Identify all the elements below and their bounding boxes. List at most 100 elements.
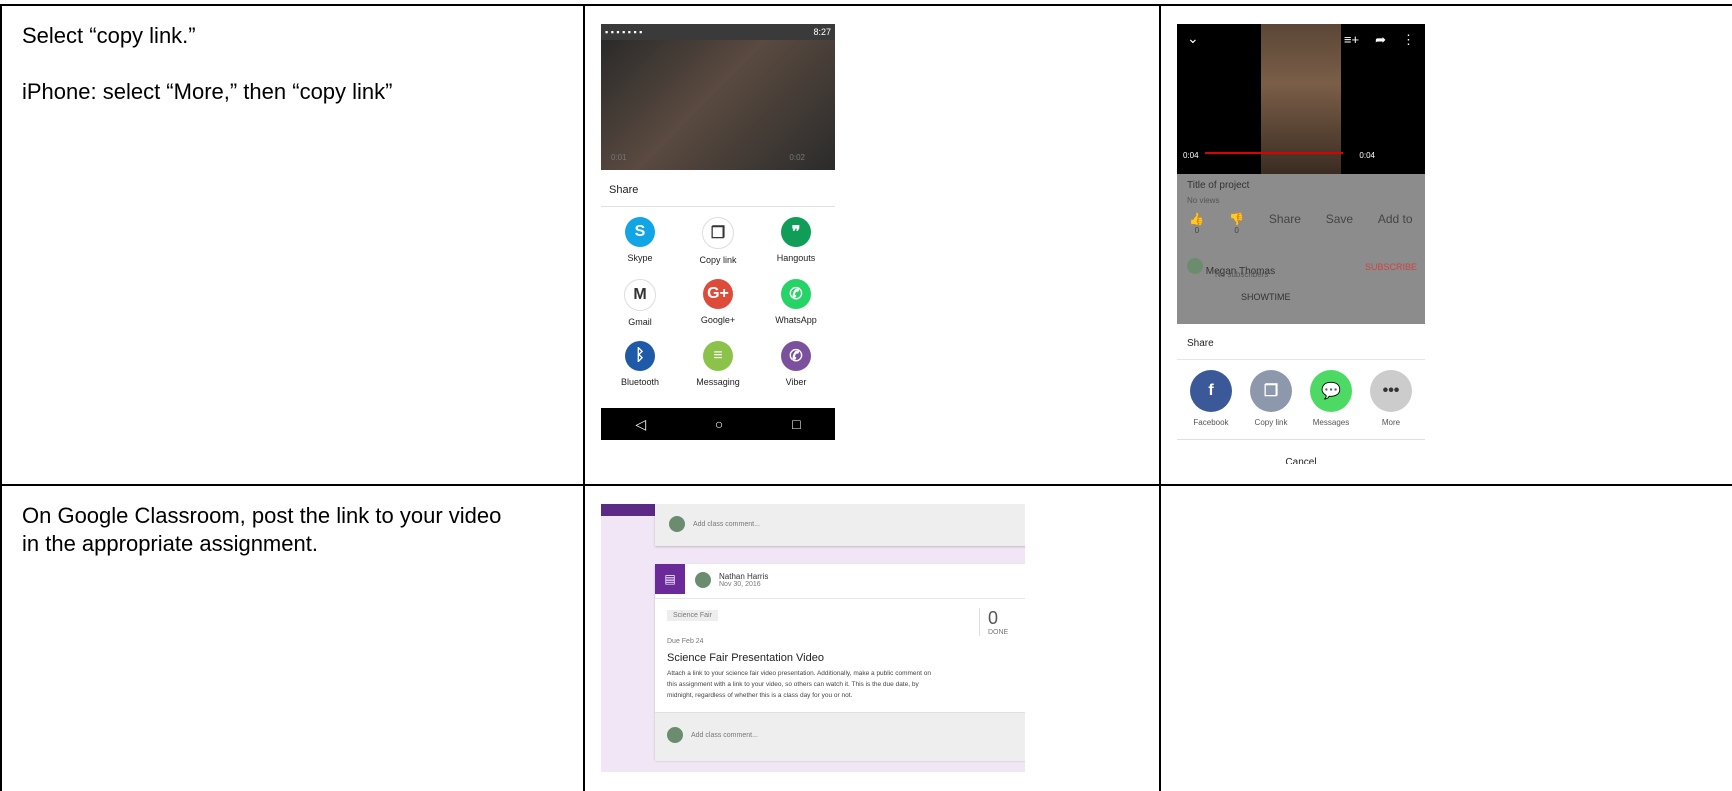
video-time-left: 0:01 (611, 153, 627, 162)
video-action[interactable]: Save (1326, 212, 1353, 235)
done-counter: 0 DONE (979, 608, 1008, 636)
share-app-label: Messaging (696, 377, 740, 387)
share-option-copy-link[interactable]: ❐ Copy link (1242, 370, 1300, 427)
time-total: 0:04 (1359, 151, 1375, 160)
avatar (1187, 258, 1203, 274)
share-app-gmail[interactable]: M Gmail (601, 279, 679, 327)
video-views: No views (1187, 196, 1220, 205)
iphone-share-screenshot: ⌄ ≡+ ➦ ⋮ 0:04 0:04 Title of project No v… (1177, 24, 1425, 464)
video-title: Title of project (1187, 180, 1250, 191)
share-app-grid: S Skype ❐ Copy link ❞ Hangouts M Gmail G+ Google+… (601, 207, 835, 387)
share-app-hangouts[interactable]: ❞ Hangouts (757, 217, 835, 265)
cancel-button[interactable]: Cancel (1177, 439, 1425, 464)
share-app-label: Bluetooth (620, 377, 660, 387)
instruction-cell-2: On Google Classroom, post the link to yo… (22, 502, 501, 558)
skype-icon: S (625, 217, 655, 247)
share-app-whatsapp[interactable]: ✆ WhatsApp (757, 279, 835, 327)
instruction-cell-1: Select “copy link.” iPhone: select “More… (22, 22, 393, 106)
chevron-down-icon[interactable]: ⌄ (1187, 30, 1199, 47)
video-action-count: 0 (1194, 226, 1200, 235)
assignment-title[interactable]: Science Fair Presentation Video (667, 652, 824, 664)
due-date: Due Feb 24 (667, 638, 704, 645)
status-time: 8:27 (813, 27, 831, 37)
share-app-google-[interactable]: G+ Google+ (679, 279, 757, 327)
share-option-label: Messages (1312, 418, 1350, 427)
assignment-body-line: midnight, regardless of whether this is … (667, 692, 853, 699)
messages-icon: 💬 (1310, 370, 1352, 412)
table-row-divider (0, 484, 1732, 486)
share-app-skype[interactable]: S Skype (601, 217, 679, 265)
done-label: DONE (988, 629, 1009, 636)
share-title: Share (601, 170, 835, 207)
table-border-top (0, 4, 1732, 6)
table-border-left (0, 4, 2, 791)
video-action-count: 0 (1234, 226, 1239, 235)
share-app-label: Viber (785, 377, 807, 387)
share-app-label: Skype (627, 253, 653, 263)
add-to-queue-icon[interactable]: ≡+ (1344, 32, 1359, 48)
share-app-label: Google+ (700, 315, 736, 325)
recents-icon[interactable]: □ (792, 416, 800, 432)
home-icon[interactable]: ○ (715, 416, 723, 432)
share-option-label: Copy link (1254, 418, 1288, 427)
share-option-label: Facebook (1193, 418, 1229, 427)
video-info-panel: Title of project No views 👍 0 👎 0 Share Save A… (1177, 174, 1425, 324)
share-app-messaging[interactable]: ≡ Messaging (679, 341, 757, 387)
assignment-card: ▤ Nathan Harris Nov 30, 2016 Science Fai… (655, 564, 1025, 761)
gmail-icon: M (624, 279, 656, 311)
share-option-facebook[interactable]: f Facebook (1182, 370, 1240, 427)
instruction-line: iPhone: select “More,” then “copy link” (22, 79, 393, 104)
table-col-divider-1 (583, 4, 585, 791)
progress-bar[interactable] (1205, 152, 1343, 154)
instruction-line: in the appropriate assignment. (22, 531, 318, 556)
video-action[interactable]: Share (1269, 212, 1301, 235)
video-action-label: Save (1325, 212, 1354, 226)
avatar (667, 727, 683, 743)
instruction-line: Select “copy link.” (22, 23, 196, 48)
share-app-bluetooth[interactable]: ᛒ Bluetooth (601, 341, 679, 387)
whatsapp-icon: ✆ (781, 279, 811, 309)
author-row: Nathan Harris Nov 30, 2016 (695, 572, 768, 588)
video-top-icons: ≡+ ➦ ⋮ (1344, 32, 1415, 48)
more-vert-icon[interactable]: ⋮ (1402, 32, 1415, 48)
table-col-divider-2 (1159, 4, 1161, 791)
video-action-label: 👍 (1189, 212, 1205, 226)
done-count: 0 (988, 608, 999, 628)
video-action-label: Add to (1377, 212, 1413, 226)
video-action[interactable]: 👍 0 (1189, 212, 1204, 235)
bluetooth-icon: ᛒ (625, 341, 655, 371)
copy-link-icon: ❐ (1250, 370, 1292, 412)
video-action[interactable]: Add to (1378, 212, 1413, 235)
share-app-label: Hangouts (776, 253, 816, 263)
assignment-body-line: this assignment with a link to your vide… (667, 681, 919, 688)
back-icon[interactable]: ◁ (635, 416, 646, 433)
topic-chip[interactable]: Science Fair (667, 610, 718, 621)
share-app-label: Copy link (699, 255, 737, 265)
video-actions: 👍 0 👎 0 Share Save Add to (1177, 212, 1425, 235)
video-thumbnail[interactable]: 0:01 0:02 (601, 40, 835, 170)
assignment-body: Attach a link to your science fair video… (667, 668, 931, 701)
comment-placeholder: Add class comment... (693, 520, 760, 528)
android-share-screenshot: ▪ ▪ ▪ ▪ ▪ ▪ ▪ 8:27 0:01 0:02 Share S Skyp… (601, 24, 835, 440)
share-app-viber[interactable]: ✆ Viber (757, 341, 835, 387)
share-app-copy-link[interactable]: ❐ Copy link (679, 217, 757, 265)
google--icon: G+ (703, 279, 733, 309)
next-video-title[interactable]: SHOWTIME (1241, 292, 1291, 302)
comment-row[interactable]: Add class comment... (667, 727, 758, 743)
share-icon[interactable]: ➦ (1375, 32, 1386, 48)
share-option-messages[interactable]: 💬 Messages (1302, 370, 1360, 427)
hangouts-icon: ❞ (781, 217, 811, 247)
video-action[interactable]: 👎 0 (1229, 212, 1244, 235)
comment-footer: Add class comment... (655, 712, 1025, 761)
comment-row[interactable]: Add class comment... (669, 516, 760, 532)
messaging-icon: ≡ (703, 341, 733, 371)
avatar (695, 572, 711, 588)
android-nav-bar: ◁ ○ □ (601, 408, 835, 440)
iphone-video[interactable]: ⌄ ≡+ ➦ ⋮ 0:04 0:04 (1177, 24, 1425, 174)
channel-subscribers: No subscribers (1215, 270, 1269, 279)
notification-icons: ▪ ▪ ▪ ▪ ▪ ▪ ▪ (605, 27, 643, 37)
share-option-more[interactable]: ••• More (1362, 370, 1420, 427)
share-title: Share (1177, 324, 1425, 360)
subscribe-button[interactable]: SUBSCRIBE (1365, 262, 1417, 272)
post-date: Nov 30, 2016 (719, 581, 761, 588)
